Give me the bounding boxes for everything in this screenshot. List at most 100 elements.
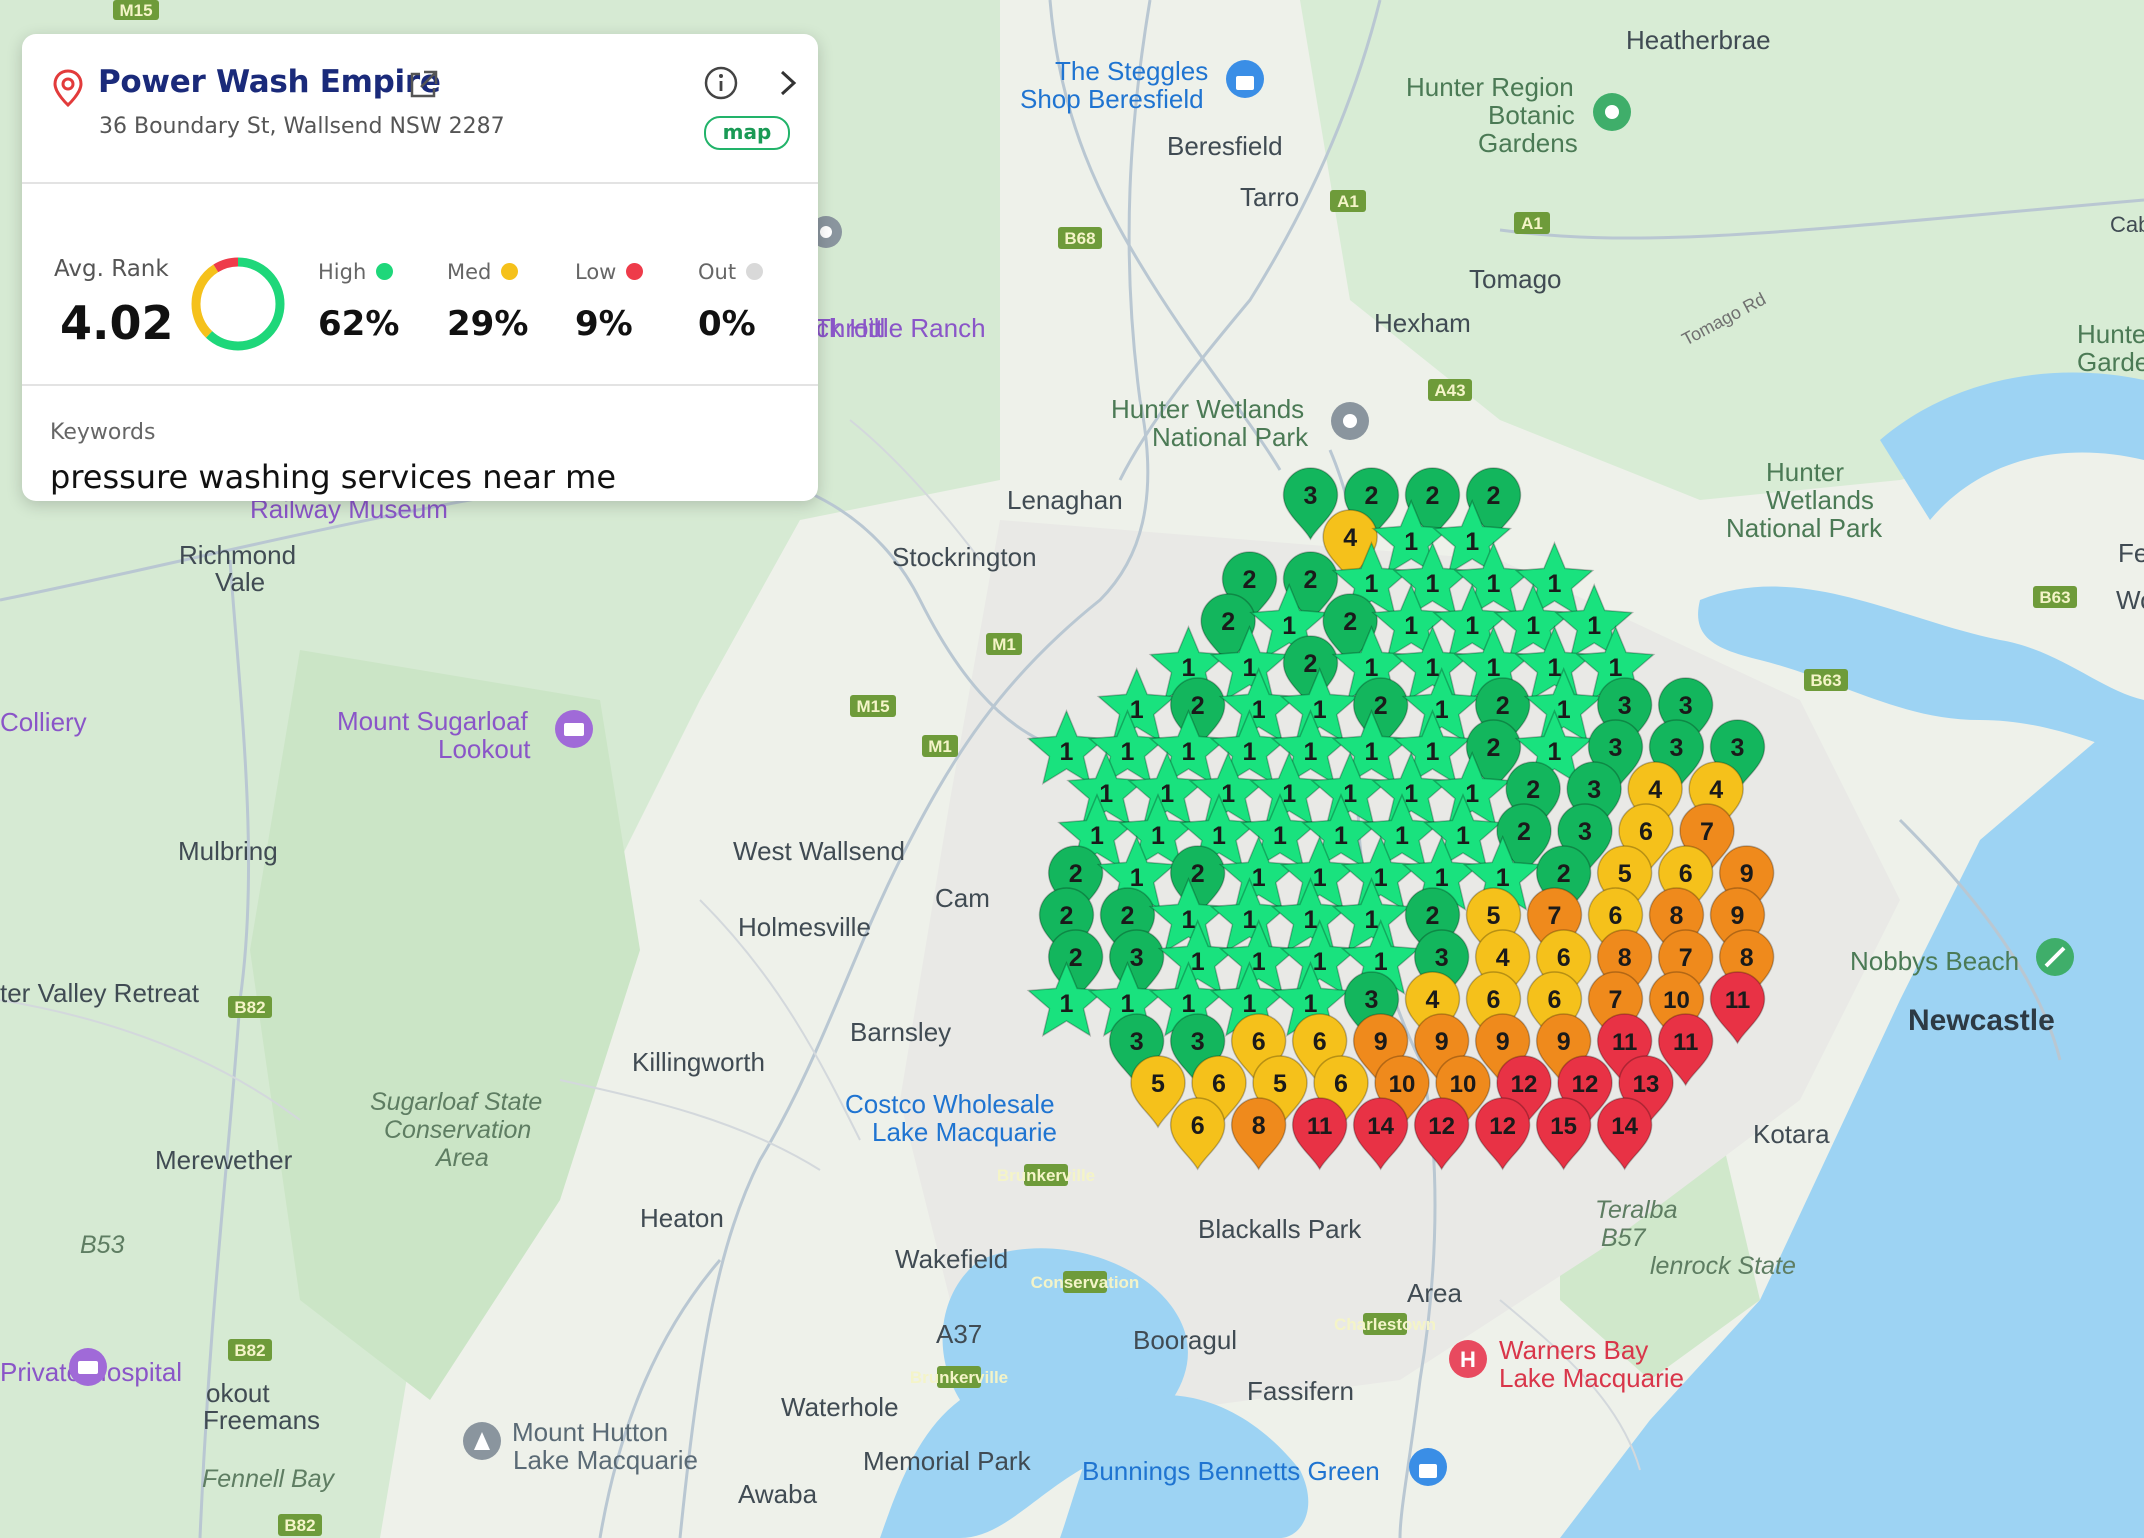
rank-number: 4 bbox=[1496, 944, 1510, 972]
rank-number: 10 bbox=[1450, 1071, 1477, 1098]
stat-low-label: Low bbox=[575, 260, 617, 284]
rank-number: 11 bbox=[1612, 1029, 1637, 1056]
stat-low: Low 9% bbox=[575, 260, 644, 344]
place-label: Blackalls Park bbox=[1198, 1214, 1362, 1244]
place-label: Richmond bbox=[179, 540, 296, 570]
rank-number: 2 bbox=[1069, 944, 1083, 972]
poi-label: Shop Beresfield bbox=[1020, 84, 1204, 114]
rank-number: 2 bbox=[1069, 860, 1083, 888]
place-label: Waterhole bbox=[781, 1392, 899, 1422]
rank-number: 1 bbox=[1212, 822, 1226, 850]
throttle-ranch: Throttle Ranch bbox=[815, 313, 986, 343]
road-shield-b82-3: B82 bbox=[278, 1514, 322, 1536]
info-icon[interactable] bbox=[702, 64, 740, 102]
rank-number: 4 bbox=[1709, 776, 1723, 804]
garden-flower-icon[interactable] bbox=[1593, 93, 1631, 131]
place-label: Fe bbox=[2118, 538, 2144, 568]
rank-number: 12 bbox=[1511, 1071, 1538, 1098]
park-label: Hunte bbox=[2077, 319, 2144, 349]
road-shield-m15: M15 bbox=[850, 695, 896, 717]
park-pin-icon[interactable] bbox=[1331, 402, 1369, 440]
rank-number: 1 bbox=[1282, 612, 1296, 640]
rank-stats-section: Avg. Rank 4.02 High 62% Med 29% Low 9% O… bbox=[22, 184, 818, 386]
poi-label: Bunnings Bennetts Green bbox=[1082, 1456, 1380, 1486]
park-label: Botanic bbox=[1488, 100, 1575, 130]
rank-number: 2 bbox=[1121, 902, 1135, 930]
rank-number: 2 bbox=[1487, 482, 1501, 510]
rank-number: 3 bbox=[1670, 734, 1684, 762]
rank-number: 8 bbox=[1670, 902, 1684, 930]
map-badge-button[interactable]: map bbox=[704, 116, 790, 150]
svg-text:B68: B68 bbox=[1064, 229, 1095, 248]
shopping-bag-icon[interactable] bbox=[1226, 60, 1264, 98]
external-link-icon[interactable] bbox=[406, 68, 440, 102]
svg-text:B82: B82 bbox=[284, 1516, 315, 1535]
rank-number: 9 bbox=[1374, 1028, 1388, 1056]
rank-number: 1 bbox=[1426, 738, 1440, 766]
rank-number: 2 bbox=[1426, 482, 1440, 510]
road-shield-b53: Brunkerville bbox=[997, 1164, 1095, 1186]
rank-number: 9 bbox=[1740, 860, 1754, 888]
svg-text:M15: M15 bbox=[119, 1, 152, 20]
park-label: Gardens bbox=[1478, 128, 1578, 158]
rank-number: 1 bbox=[1060, 738, 1074, 766]
road-shield-m1-2: M1 bbox=[922, 735, 958, 757]
road-shield-b53-2: Brunkerville bbox=[910, 1366, 1008, 1388]
rank-number: 2 bbox=[1343, 608, 1357, 636]
rank-number: 2 bbox=[1191, 860, 1205, 888]
svg-text:Brunkerville: Brunkerville bbox=[910, 1368, 1008, 1387]
park-label: Hunter bbox=[1766, 457, 1844, 487]
park-label: Hunter Wetlands bbox=[1111, 394, 1304, 424]
rank-number: 5 bbox=[1273, 1070, 1287, 1098]
business-name[interactable]: Power Wash Empire bbox=[98, 64, 441, 100]
rank-number: 1 bbox=[1465, 528, 1479, 556]
rank-number: 4 bbox=[1426, 986, 1440, 1014]
rank-number: 2 bbox=[1426, 902, 1440, 930]
location-pin-icon bbox=[53, 69, 83, 108]
place-label: Fassifern bbox=[1247, 1376, 1354, 1406]
rank-number: 6 bbox=[1334, 1070, 1348, 1098]
city-label: Newcastle bbox=[1908, 1004, 2055, 1037]
rank-number: 7 bbox=[1700, 818, 1714, 846]
place-label: West Wallsend bbox=[733, 836, 905, 866]
rank-number: 1 bbox=[1395, 822, 1409, 850]
beach-icon[interactable] bbox=[2036, 938, 2074, 976]
stat-high: High 62% bbox=[318, 260, 399, 344]
road-shield-b82: B82 bbox=[228, 996, 272, 1018]
rank-number: 10 bbox=[1389, 1071, 1416, 1098]
rank-number: 3 bbox=[1578, 818, 1592, 846]
svg-text:A43: A43 bbox=[1434, 381, 1465, 400]
rank-number: 1 bbox=[1273, 822, 1287, 850]
rank-number: 1 bbox=[1243, 738, 1257, 766]
rank-number: 1 bbox=[1587, 612, 1601, 640]
rank-distribution-donut bbox=[191, 257, 285, 351]
park-label: Hunter Region bbox=[1406, 72, 1574, 102]
svg-text:Conservation: Conservation bbox=[1031, 1273, 1140, 1292]
rank-number: 14 bbox=[1611, 1113, 1638, 1140]
place-label: Lenaghan bbox=[1007, 485, 1123, 515]
rank-number: 2 bbox=[1304, 650, 1318, 678]
road-shield-b57: Conservation bbox=[1031, 1271, 1140, 1293]
place-label: Mulbring bbox=[178, 836, 278, 866]
rank-number: 6 bbox=[1548, 986, 1562, 1014]
place-label: Memorial Park bbox=[863, 1446, 1032, 1476]
memorial-icon[interactable] bbox=[463, 1422, 501, 1460]
place-label: ter Valley Retreat bbox=[0, 978, 200, 1008]
shopping-bag-icon[interactable] bbox=[1409, 1448, 1447, 1486]
park-label: National Park bbox=[1152, 422, 1309, 452]
svg-text:B63: B63 bbox=[2039, 588, 2070, 607]
stat-high-value: 62% bbox=[318, 304, 400, 344]
camera-icon[interactable] bbox=[555, 710, 593, 748]
rank-number: 3 bbox=[1587, 776, 1601, 804]
rank-number: 4 bbox=[1648, 776, 1662, 804]
hospital-icon[interactable]: H bbox=[1449, 1340, 1487, 1378]
rank-number: 1 bbox=[1526, 612, 1540, 640]
road-label: Cabbag bbox=[2110, 212, 2144, 237]
city-labels: Newcastle bbox=[1908, 1004, 2055, 1037]
road-shield-a1: A1 bbox=[1330, 190, 1366, 212]
place-label: Killingworth bbox=[632, 1047, 765, 1077]
svg-text:H: H bbox=[1460, 1347, 1476, 1372]
chevron-right-icon[interactable] bbox=[770, 64, 804, 102]
stat-out: Out 0% bbox=[698, 260, 764, 344]
camera-icon[interactable] bbox=[69, 1348, 107, 1386]
